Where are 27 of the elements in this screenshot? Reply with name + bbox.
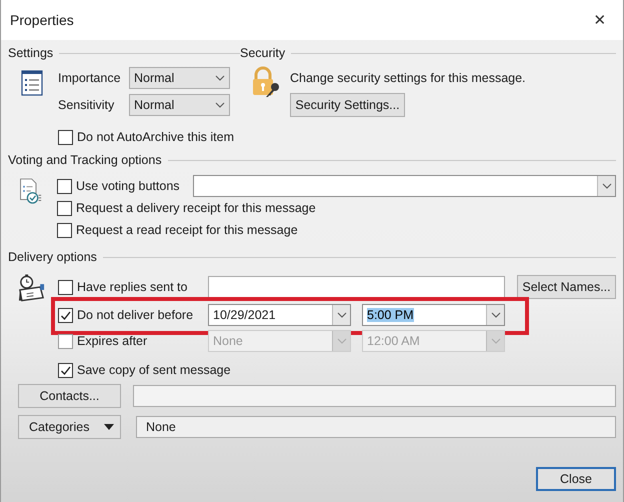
checkbox-label: Do not deliver before bbox=[77, 308, 194, 322]
sensitivity-dropdown[interactable]: Normal bbox=[129, 94, 230, 116]
checkbox-label: Request a delivery receipt for this message bbox=[76, 201, 316, 215]
field-label: Importance bbox=[58, 71, 122, 85]
checkbox-label: Request a read receipt for this message bbox=[76, 223, 298, 237]
select-names-button[interactable]: Select Names... bbox=[517, 275, 616, 299]
checkbox-label: Use voting buttons bbox=[76, 179, 180, 193]
categories-button[interactable]: Categories bbox=[18, 415, 121, 439]
close-button[interactable]: ✕ bbox=[577, 0, 623, 40]
checkbox-label: Have replies sent to bbox=[77, 280, 188, 294]
group-heading: Voting and Tracking options bbox=[8, 153, 162, 167]
security-description: Change security settings for this message. bbox=[290, 71, 526, 85]
time-dropdown[interactable]: 5:00 PM bbox=[362, 304, 505, 326]
group-heading: Delivery options bbox=[8, 250, 97, 264]
field-label: Sensitivity bbox=[58, 98, 116, 112]
checkbox-label: Expires after bbox=[77, 334, 148, 348]
checkbox-label: Save copy of sent message bbox=[77, 363, 231, 377]
date-dropdown[interactable]: 10/29/2021 bbox=[208, 304, 351, 326]
group-heading: Settings bbox=[8, 46, 54, 60]
window-title: Properties bbox=[10, 12, 74, 28]
checkbox-label: Do not AutoArchive this item bbox=[77, 130, 234, 144]
close-button[interactable]: Close bbox=[536, 467, 616, 491]
importance-dropdown[interactable]: Normal bbox=[129, 67, 230, 89]
security-settings-button[interactable]: Security Settings... bbox=[290, 93, 405, 117]
contacts-button[interactable]: Contacts... bbox=[18, 384, 121, 408]
group-heading: Security bbox=[240, 46, 286, 60]
categories-field: None bbox=[136, 416, 616, 438]
